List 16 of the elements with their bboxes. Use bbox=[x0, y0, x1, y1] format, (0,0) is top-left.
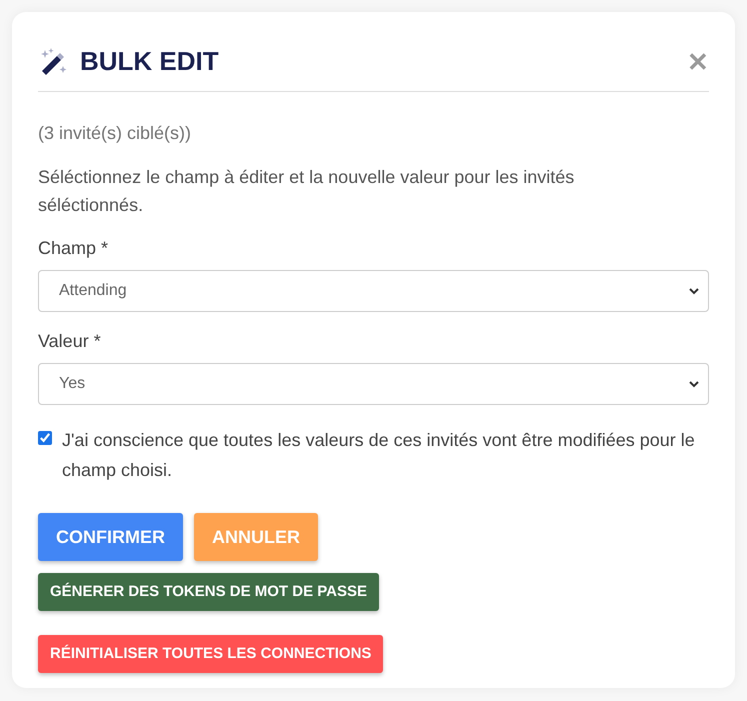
chevron-down-icon bbox=[688, 380, 700, 388]
close-button[interactable]: ✕ bbox=[687, 48, 709, 74]
confirm-button[interactable]: CONFIRMER bbox=[38, 513, 183, 561]
confirm-checkbox[interactable] bbox=[38, 431, 52, 445]
description-text: Séléctionnez le champ à éditer et la nouvelle valeur pour les invités séléctionnés. bbox=[38, 166, 576, 217]
action-button[interactable]: GÉNERER DES TOKENS DE MOT DE PASSE bbox=[38, 573, 379, 611]
chevron-down-icon bbox=[688, 287, 700, 295]
action-button[interactable]: RÉINITIALISER TOUTES LES CONNECTIONS bbox=[38, 635, 384, 673]
cancel-button[interactable]: ANNULER bbox=[194, 513, 318, 561]
confirm-label: J'ai conscience que toutes les valeurs de ces invités vont être modifiées pour le champ choisi. bbox=[62, 429, 696, 482]
select-field[interactable]: Attending bbox=[38, 270, 709, 312]
select-field[interactable]: Yes bbox=[38, 363, 709, 405]
field-label: Champ * bbox=[38, 237, 110, 260]
target-count: (3 invité(s) ciblé(s)) bbox=[38, 122, 192, 145]
field-label: Valeur * bbox=[38, 330, 102, 353]
dialog-title: BULK EDIT bbox=[80, 45, 220, 78]
